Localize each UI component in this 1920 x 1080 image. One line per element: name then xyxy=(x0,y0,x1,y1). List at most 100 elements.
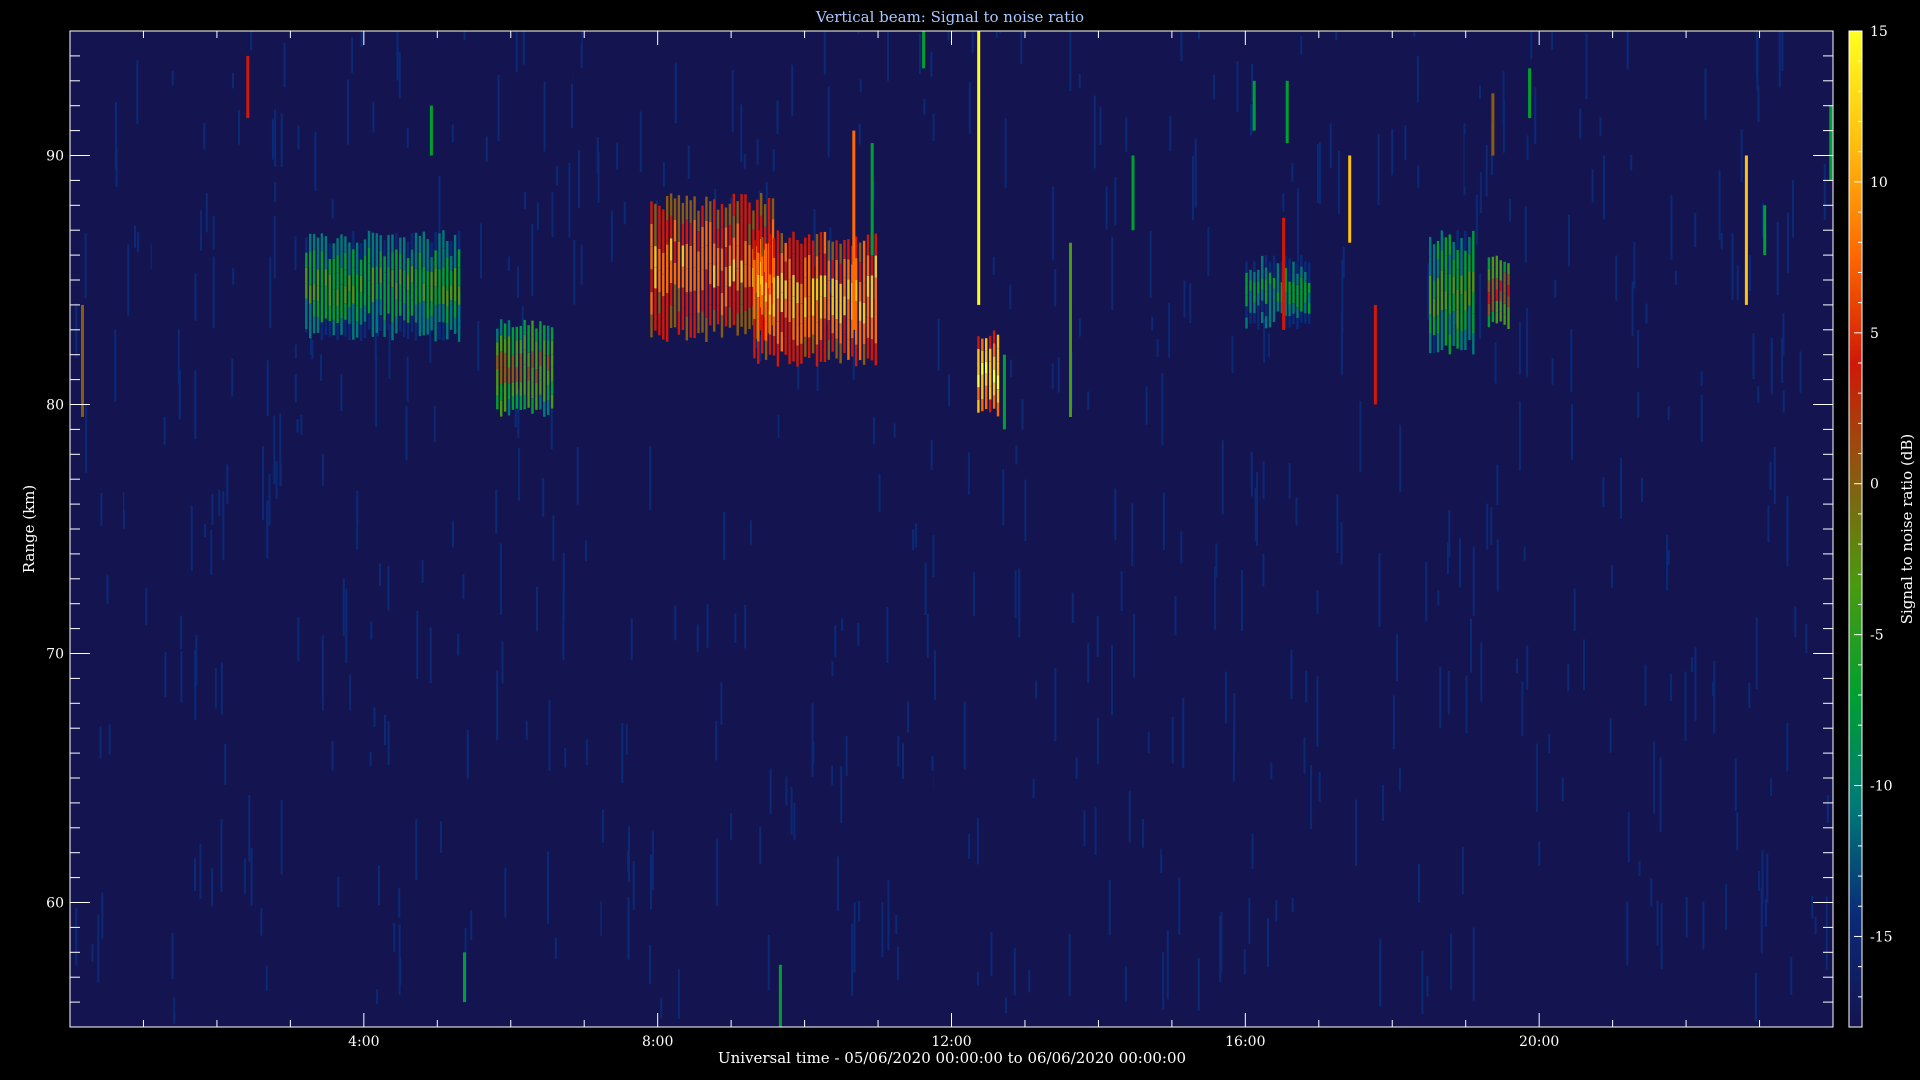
echo-cell xyxy=(835,279,838,300)
noise-streak xyxy=(1762,160,1765,204)
echo-cell xyxy=(1296,262,1299,274)
echo-cell xyxy=(379,299,382,315)
echo-cell xyxy=(1268,305,1272,317)
noise-streak xyxy=(1246,893,1249,922)
noise-streak xyxy=(325,552,328,595)
echo-spike xyxy=(852,130,856,330)
noise-streak xyxy=(1567,664,1570,692)
echo-cell xyxy=(748,223,751,245)
echo-cell xyxy=(359,259,363,276)
echo-cell xyxy=(992,369,996,383)
echo-cell xyxy=(535,342,538,356)
echo-cell xyxy=(515,367,518,382)
noise-streak xyxy=(714,771,717,804)
echo-cell xyxy=(348,307,351,324)
noise-streak xyxy=(1773,446,1776,505)
echo-cell xyxy=(383,256,386,273)
noise-streak xyxy=(1524,499,1527,519)
echo-cell xyxy=(515,354,518,368)
echo-cell xyxy=(503,352,507,368)
echo-cell xyxy=(375,266,378,284)
echo-cell xyxy=(709,263,712,284)
noise-streak xyxy=(373,707,376,727)
echo-cell xyxy=(457,323,461,342)
noise-streak xyxy=(1472,927,1475,1001)
echo-cell xyxy=(839,243,842,264)
noise-streak xyxy=(227,664,230,683)
echo-cell xyxy=(1456,269,1459,290)
noise-streak xyxy=(542,477,545,517)
noise-streak xyxy=(273,216,276,279)
echo-cell xyxy=(426,302,429,319)
echo-cell xyxy=(446,306,449,323)
echo-cell xyxy=(446,290,449,307)
echo-cell xyxy=(654,267,657,289)
noise-streak xyxy=(1365,347,1368,420)
echo-cell xyxy=(395,283,398,300)
echo-cell xyxy=(363,321,367,339)
noise-streak xyxy=(1300,36,1303,55)
noise-streak xyxy=(1694,647,1697,721)
colorbar-tick-label: -5 xyxy=(1870,628,1884,644)
noise-streak xyxy=(1099,106,1102,146)
echo-cell xyxy=(316,317,320,333)
noise-streak xyxy=(610,210,613,262)
echo-cell xyxy=(395,316,398,334)
echo-cell xyxy=(305,252,308,268)
noise-streak xyxy=(902,743,904,780)
noise-streak xyxy=(387,721,390,765)
echo-cell xyxy=(453,284,457,301)
noise-streak xyxy=(415,819,418,880)
echo-cell xyxy=(418,319,422,337)
echo-cell xyxy=(989,374,992,387)
noise-streak xyxy=(878,474,881,513)
noise-streak xyxy=(1518,401,1521,471)
noise-streak xyxy=(320,354,322,381)
noise-streak xyxy=(995,190,998,238)
echo-cell xyxy=(453,317,457,334)
noise-streak xyxy=(190,505,193,571)
echo-cell xyxy=(870,339,874,361)
noise-streak xyxy=(516,78,519,154)
noise-streak xyxy=(621,723,624,783)
noise-streak xyxy=(204,523,207,537)
noise-streak xyxy=(1418,780,1421,803)
noise-streak xyxy=(218,489,221,517)
noise-streak xyxy=(923,98,926,115)
noise-streak xyxy=(1479,172,1482,214)
echo-cell xyxy=(772,296,776,317)
echo-cell xyxy=(363,255,367,273)
noise-streak xyxy=(1108,879,1111,936)
noise-streak xyxy=(340,374,343,412)
echo-cell xyxy=(1487,280,1491,293)
noise-streak xyxy=(562,552,565,621)
echo-cell xyxy=(430,271,433,287)
echo-cell xyxy=(426,239,429,255)
noise-streak xyxy=(1057,357,1060,393)
noise-streak xyxy=(1480,642,1483,702)
echo-cell xyxy=(426,255,429,271)
noise-streak xyxy=(1305,670,1308,703)
noise-streak xyxy=(840,766,843,824)
echo-cell xyxy=(523,394,526,410)
noise-streak xyxy=(1757,87,1760,123)
noise-streak xyxy=(398,924,401,996)
noise-streak xyxy=(1112,139,1115,171)
echo-cell xyxy=(332,273,335,290)
noise-streak xyxy=(1417,165,1420,188)
echo-cell xyxy=(784,242,787,262)
noise-streak xyxy=(334,179,337,243)
noise-streak xyxy=(558,748,561,767)
echo-cell xyxy=(1468,305,1471,323)
echo-cell xyxy=(843,315,846,335)
echo-cell xyxy=(819,318,823,341)
echo-cell xyxy=(792,339,795,362)
noise-streak xyxy=(1472,546,1475,616)
noise-streak xyxy=(1075,757,1078,779)
echo-cell xyxy=(697,312,700,334)
echo-cell xyxy=(527,339,530,353)
noise-streak xyxy=(180,651,183,703)
echo-cell xyxy=(732,281,735,304)
noise-streak xyxy=(1585,836,1588,886)
echo-cell xyxy=(788,258,791,280)
